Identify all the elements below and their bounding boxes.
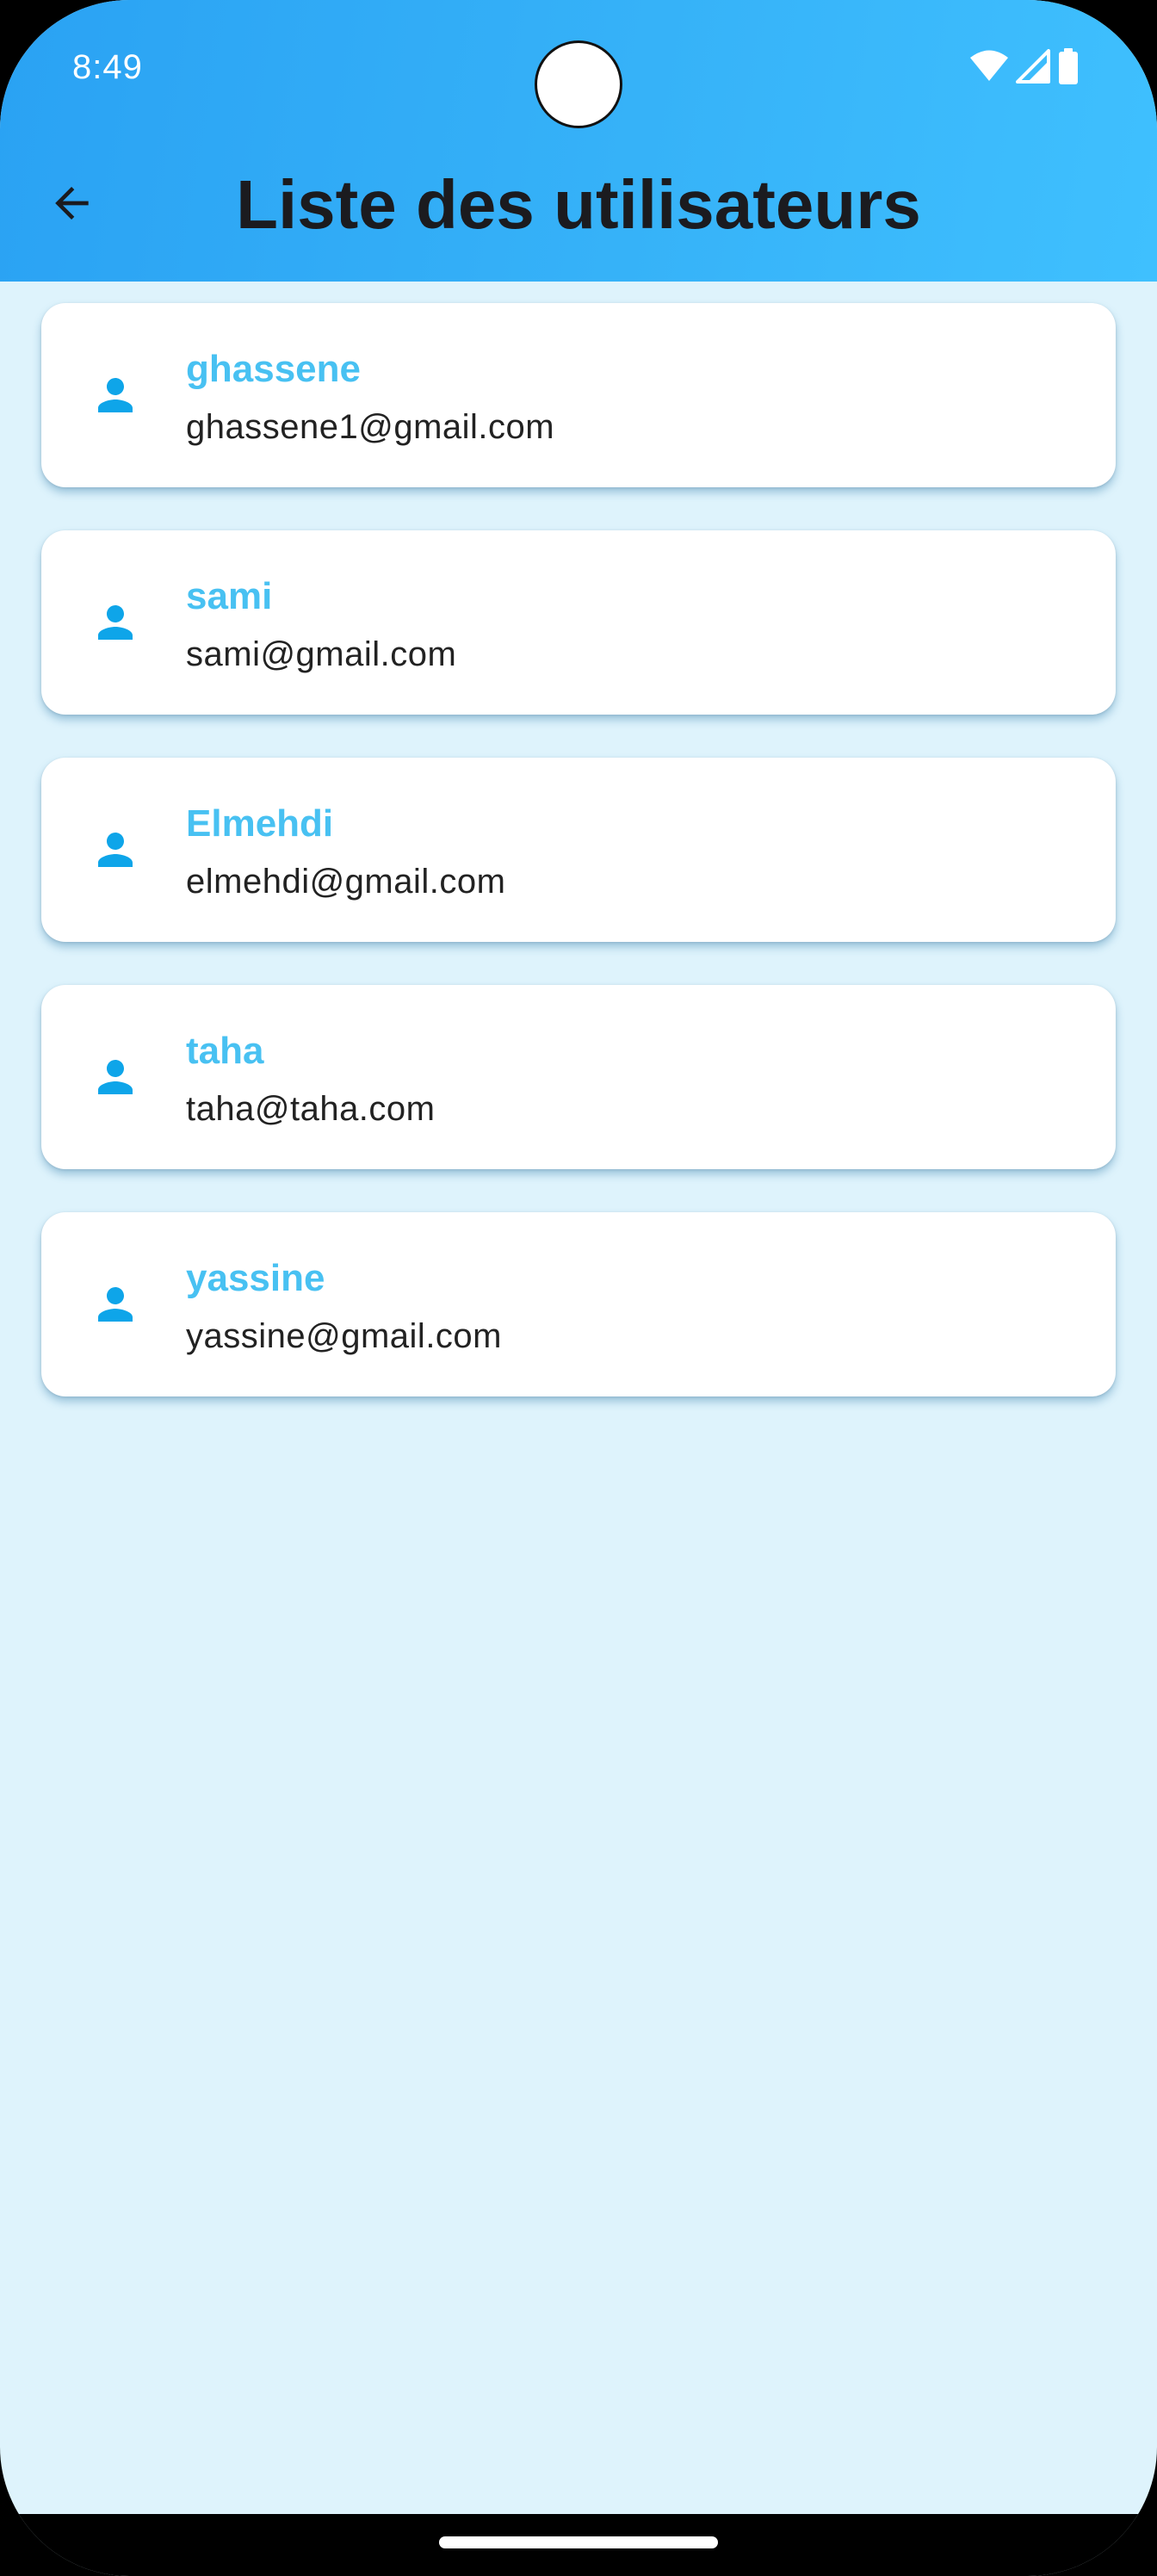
user-card[interactable]: yassine yassine@gmail.com bbox=[41, 1212, 1116, 1396]
user-name: taha bbox=[186, 1030, 264, 1072]
battery-icon bbox=[1057, 47, 1080, 89]
user-email: elmehdi@gmail.com bbox=[186, 863, 506, 901]
signal-icon bbox=[1016, 48, 1050, 88]
person-icon bbox=[90, 824, 141, 876]
user-email: yassine@gmail.com bbox=[186, 1317, 502, 1355]
home-indicator[interactable] bbox=[439, 2536, 718, 2548]
user-name: yassine bbox=[186, 1257, 325, 1299]
person-icon bbox=[90, 597, 141, 648]
user-card[interactable]: taha taha@taha.com bbox=[41, 985, 1116, 1169]
wifi-icon bbox=[969, 50, 1009, 87]
app-screen: 8:49 Liste des utilisateurs ghassene gha… bbox=[0, 0, 1157, 2576]
user-card[interactable]: ghassene ghassene1@gmail.com bbox=[41, 303, 1116, 487]
app-bar: 8:49 Liste des utilisateurs bbox=[0, 0, 1157, 282]
user-email: sami@gmail.com bbox=[186, 635, 457, 673]
user-card[interactable]: Elmehdi elmehdi@gmail.com bbox=[41, 758, 1116, 942]
user-name: sami bbox=[186, 575, 273, 617]
page-title: Liste des utilisateurs bbox=[236, 166, 921, 243]
user-card[interactable]: sami sami@gmail.com bbox=[41, 530, 1116, 715]
user-email: ghassene1@gmail.com bbox=[186, 408, 555, 446]
person-icon bbox=[90, 369, 141, 421]
user-email: taha@taha.com bbox=[186, 1090, 436, 1128]
user-list: ghassene ghassene1@gmail.com sami sami@g… bbox=[41, 303, 1116, 1440]
status-icons bbox=[969, 47, 1090, 89]
user-name: Elmehdi bbox=[186, 802, 334, 845]
person-icon bbox=[90, 1051, 141, 1103]
user-name: ghassene bbox=[186, 348, 361, 390]
status-time: 8:49 bbox=[72, 48, 143, 86]
camera-cutout bbox=[537, 43, 620, 126]
person-icon bbox=[90, 1279, 141, 1330]
